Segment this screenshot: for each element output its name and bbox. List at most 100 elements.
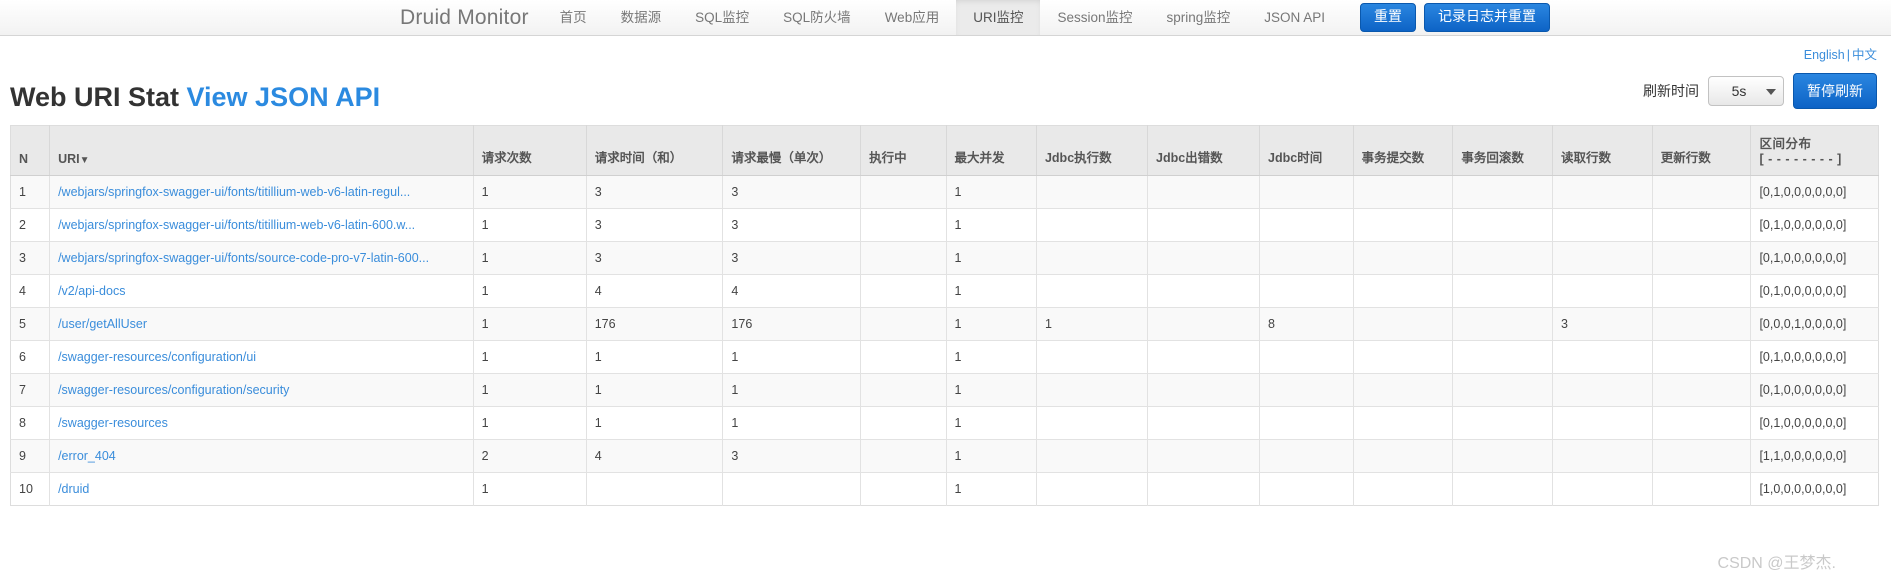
table-header-label-11: 事务回滚数 (1461, 151, 1524, 165)
table-header-label-14: 区间分布 (1759, 137, 1812, 151)
nav-item-1[interactable]: 数据源 (604, 0, 679, 35)
uri-link[interactable]: /druid (58, 482, 89, 496)
table-cell-distribution: [1,1,0,0,0,0,0,0] (1750, 439, 1879, 473)
table-header-cell-3[interactable]: 请求时间（和） (586, 125, 724, 176)
refresh-interval-label: 刷新时间 (1643, 83, 1699, 99)
table-header-cell-6[interactable]: 最大并发 (946, 125, 1037, 176)
uri-link[interactable]: /swagger-resources/configuration/ui (58, 350, 256, 364)
table-cell-jdbc-exec (1036, 373, 1149, 407)
table-header-label-0: N (19, 152, 29, 166)
refresh-interval-select[interactable]: 5s10s20s30s1m2m5m10m (1708, 76, 1784, 106)
table-row: 3/webjars/springfox-swagger-ui/fonts/sou… (10, 241, 1879, 275)
table-cell-update-rows (1652, 175, 1752, 209)
nav-item-3[interactable]: SQL防火墙 (766, 0, 868, 35)
uri-link[interactable]: /swagger-resources (58, 416, 168, 430)
table-cell-n: 6 (10, 340, 51, 374)
uri-link[interactable]: /webjars/springfox-swagger-ui/fonts/titi… (58, 218, 415, 232)
nav-item-5[interactable]: URI监控 (956, 0, 1041, 35)
table-cell-max-concurrent: 1 (946, 472, 1037, 506)
nav-item-2[interactable]: SQL监控 (678, 0, 766, 35)
pause-refresh-button[interactable]: 暂停刷新 (1793, 73, 1877, 109)
table-cell-running (860, 472, 947, 506)
table-cell-read-rows (1552, 373, 1653, 407)
uri-link[interactable]: /user/getAllUser (58, 317, 147, 331)
uri-stat-table-wrap: N URI▼ 请求次数 请求时间（和） 请求最慢（单次） 执行中 最大并发 Jdbc执行数 Jd… (0, 113, 1891, 506)
uri-link[interactable]: /webjars/springfox-swagger-ui/fonts/titi… (58, 185, 410, 199)
table-cell-read-rows (1552, 208, 1653, 242)
table-header-cell-13[interactable]: 更新行数 (1652, 125, 1752, 176)
table-header-cell-9[interactable]: Jdbc时间 (1259, 125, 1354, 176)
table-row: 1/webjars/springfox-swagger-ui/fonts/tit… (10, 175, 1879, 209)
nav-item-0[interactable]: 首页 (543, 0, 604, 35)
table-head: N URI▼ 请求次数 请求时间（和） 请求最慢（单次） 执行中 最大并发 Jdbc执行数 Jd… (10, 125, 1879, 176)
table-header-cell-14[interactable]: 区间分布[ - - - - - - - - ] (1750, 125, 1879, 176)
log-and-reset-button[interactable]: 记录日志并重置 (1424, 3, 1551, 32)
table-cell-update-rows (1652, 406, 1752, 440)
table-header-label-3: 请求时间（和） (594, 151, 683, 165)
table-cell-jdbc-err (1147, 175, 1261, 209)
refresh-controls: 刷新时间 5s10s20s30s1m2m5m10m 暂停刷新 (1643, 73, 1877, 113)
sort-descending-icon[interactable]: ▼ (80, 155, 90, 166)
table-cell-time-sum: 1 (586, 340, 724, 374)
table-header-label-7: Jdbc执行数 (1044, 151, 1112, 165)
table-cell-max-concurrent: 1 (946, 373, 1037, 407)
table-header-cell-8[interactable]: Jdbc出错数 (1147, 125, 1261, 176)
table-cell-running (860, 307, 947, 341)
table-cell-time-sum: 1 (586, 373, 724, 407)
uri-link[interactable]: /error_404 (58, 449, 116, 463)
table-header-cell-1[interactable]: URI▼ (49, 125, 474, 176)
uri-link[interactable]: /swagger-resources/configuration/securit… (58, 383, 289, 397)
table-cell-distribution: [0,1,0,0,0,0,0,0] (1750, 274, 1879, 308)
reset-button[interactable]: 重置 (1360, 3, 1417, 32)
table-header-cell-4[interactable]: 请求最慢（单次） (722, 125, 862, 176)
table-cell-tx-rollback (1452, 274, 1554, 308)
table-header-cell-7[interactable]: Jdbc执行数 (1036, 125, 1149, 176)
nav-items: 首页 数据源 SQL监控 SQL防火墙 Web应用 URI监控 Session监控 sprin… (543, 0, 1342, 35)
table-header-label-12: 读取行数 (1561, 151, 1612, 165)
watermark: CSDN @王梦杰. (1717, 555, 1836, 572)
nav-item-7[interactable]: spring监控 (1149, 0, 1247, 35)
title-row: Web URI Stat View JSON API 刷新时间 5s10s20s… (0, 63, 1891, 113)
table-cell-tx-commit (1353, 373, 1454, 407)
uri-link[interactable]: /v2/api-docs (58, 284, 125, 298)
brand-title: Druid Monitor (400, 6, 529, 29)
nav-item-6[interactable]: Session监控 (1040, 0, 1149, 35)
table-cell-jdbc-err (1147, 472, 1261, 506)
table-cell-distribution: [0,1,0,0,0,0,0,0] (1750, 373, 1879, 407)
table-cell-update-rows (1652, 274, 1752, 308)
table-cell-jdbc-err (1147, 439, 1261, 473)
table-cell-running (860, 373, 947, 407)
table-cell-distribution: [0,1,0,0,0,0,0,0] (1750, 208, 1879, 242)
table-cell-max-concurrent: 1 (946, 241, 1037, 275)
nav-item-8[interactable]: JSON API (1247, 0, 1342, 35)
table-cell-slowest: 3 (722, 175, 862, 209)
table-header-cell-0[interactable]: N (10, 125, 51, 176)
table-cell-tx-rollback (1452, 208, 1554, 242)
table-cell-jdbc-exec (1036, 175, 1149, 209)
table-header-cell-5[interactable]: 执行中 (860, 125, 947, 176)
table-cell-n: 10 (10, 472, 51, 506)
language-link-chinese[interactable]: 中文 (1852, 48, 1877, 62)
table-cell-uri: /swagger-resources (49, 406, 474, 440)
table-cell-uri: /v2/api-docs (49, 274, 474, 308)
uri-link[interactable]: /webjars/springfox-swagger-ui/fonts/sour… (58, 251, 429, 265)
nav-item-4[interactable]: Web应用 (868, 0, 957, 35)
table-header-cell-2[interactable]: 请求次数 (473, 125, 587, 176)
language-link-english[interactable]: English (1804, 48, 1845, 62)
table-cell-tx-commit (1353, 175, 1454, 209)
table-header-label-4: 请求最慢（单次） (731, 151, 832, 165)
table-cell-n: 3 (10, 241, 51, 275)
table-cell-time-sum: 4 (586, 439, 724, 473)
table-header-label-1: URI (58, 152, 80, 166)
table-row: 7/swagger-resources/configuration/securi… (10, 373, 1879, 407)
language-bar: English | 中文 (0, 36, 1891, 63)
view-json-api-link[interactable]: View JSON API (187, 82, 381, 112)
table-cell-jdbc-time (1259, 175, 1354, 209)
table-header-label-5: 执行中 (869, 151, 907, 165)
table-cell-slowest (722, 472, 862, 506)
table-header-cell-10[interactable]: 事务提交数 (1353, 125, 1454, 176)
table-cell-jdbc-time (1259, 373, 1354, 407)
table-cell-jdbc-err (1147, 406, 1261, 440)
table-header-cell-11[interactable]: 事务回滚数 (1452, 125, 1554, 176)
table-header-cell-12[interactable]: 读取行数 (1552, 125, 1653, 176)
